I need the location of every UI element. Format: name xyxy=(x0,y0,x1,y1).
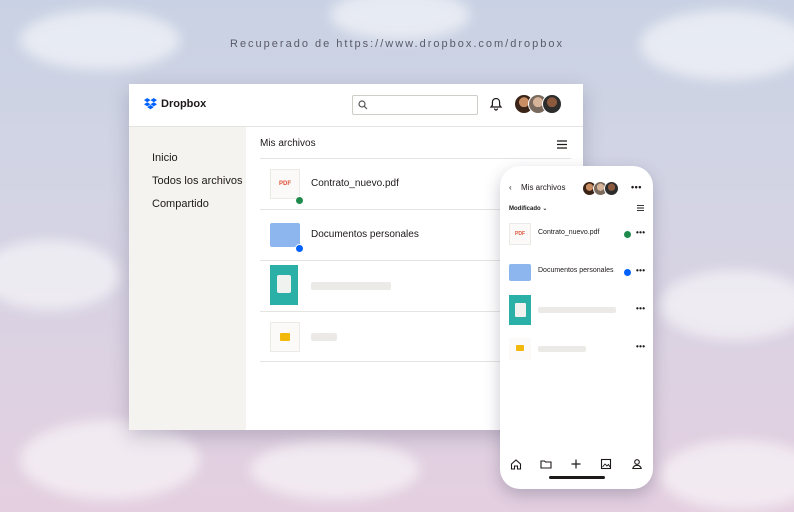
shared-users-avatars[interactable] xyxy=(582,181,627,197)
back-arrow-icon[interactable]: ‹ xyxy=(509,183,512,192)
file-name: Documentos personales xyxy=(311,229,419,240)
plus-icon[interactable] xyxy=(570,458,582,470)
cloud-decoration xyxy=(20,420,200,500)
avatar xyxy=(604,181,619,196)
list-item[interactable]: ••• xyxy=(500,330,653,368)
list-item[interactable]: PDF Contrato_nuevo.pdf ••• xyxy=(500,216,653,254)
filename-placeholder xyxy=(538,346,586,352)
filename-placeholder xyxy=(538,307,616,313)
account-icon[interactable] xyxy=(631,458,643,470)
sidebar: Inicio Todos los archivos Compartido xyxy=(129,127,246,430)
folder-icon[interactable] xyxy=(540,458,552,470)
sort-dropdown[interactable]: Modificado ⌄ xyxy=(509,205,547,212)
page-title: Mis archivos xyxy=(260,138,316,149)
list-item[interactable]: ••• xyxy=(500,292,653,330)
avatar xyxy=(542,94,562,114)
brand-name: Dropbox xyxy=(161,98,207,110)
mobile-app-frame: ‹ Mis archivos ••• Modificado ⌄ PDF Cont… xyxy=(500,166,653,489)
image-thumbnail-icon xyxy=(509,295,531,325)
more-options-icon[interactable]: ••• xyxy=(636,266,645,275)
pdf-file-icon: PDF xyxy=(270,169,300,199)
sidebar-item-compartido[interactable]: Compartido xyxy=(152,198,209,210)
file-name: Contrato_nuevo.pdf xyxy=(538,229,600,236)
dropbox-box-icon xyxy=(144,98,157,110)
list-view-icon[interactable] xyxy=(557,140,567,149)
home-icon[interactable] xyxy=(510,458,522,470)
sidebar-item-inicio[interactable]: Inicio xyxy=(152,152,178,164)
slides-file-icon xyxy=(270,322,300,352)
chevron-down-icon: ⌄ xyxy=(542,206,548,212)
cloud-decoration xyxy=(660,440,794,510)
image-thumbnail-icon xyxy=(270,265,298,305)
source-caption: Recuperado de https://www.dropbox.com/dr… xyxy=(230,38,564,50)
bell-icon[interactable] xyxy=(490,97,502,111)
filename-placeholder xyxy=(311,282,391,290)
search-icon xyxy=(358,100,368,110)
top-bar: Dropbox xyxy=(129,84,583,127)
dropbox-logo[interactable]: Dropbox xyxy=(144,98,206,110)
shared-users-avatars[interactable] xyxy=(514,94,574,116)
synced-check-icon xyxy=(623,230,632,239)
photos-icon[interactable] xyxy=(600,458,612,470)
home-indicator xyxy=(549,476,605,479)
pdf-file-icon: PDF xyxy=(509,223,531,245)
sync-status-icon xyxy=(623,268,632,277)
cloud-decoration xyxy=(0,240,120,310)
synced-check-icon xyxy=(295,196,304,205)
filename-placeholder xyxy=(311,333,337,341)
more-options-icon[interactable]: ••• xyxy=(631,182,642,192)
file-name: Contrato_nuevo.pdf xyxy=(311,178,399,189)
folder-icon xyxy=(509,264,531,281)
more-options-icon[interactable]: ••• xyxy=(636,304,645,313)
cloud-decoration xyxy=(660,270,794,340)
sort-label: Modificado xyxy=(509,206,541,212)
list-item[interactable]: Documentos personales ••• xyxy=(500,254,653,292)
file-name: Documentos personales xyxy=(538,267,614,274)
more-options-icon[interactable]: ••• xyxy=(636,228,645,237)
folder-icon xyxy=(270,223,300,247)
slides-file-icon xyxy=(509,338,531,360)
search-box[interactable] xyxy=(352,95,478,115)
sync-status-icon xyxy=(295,244,304,253)
mobile-page-title: Mis archivos xyxy=(521,183,566,192)
sidebar-item-todos-los-archivos[interactable]: Todos los archivos xyxy=(152,175,243,187)
search-input[interactable] xyxy=(373,98,477,114)
cloud-decoration xyxy=(250,440,420,500)
cloud-decoration xyxy=(330,0,470,40)
list-view-icon[interactable] xyxy=(637,205,644,211)
more-options-icon[interactable]: ••• xyxy=(636,342,645,351)
